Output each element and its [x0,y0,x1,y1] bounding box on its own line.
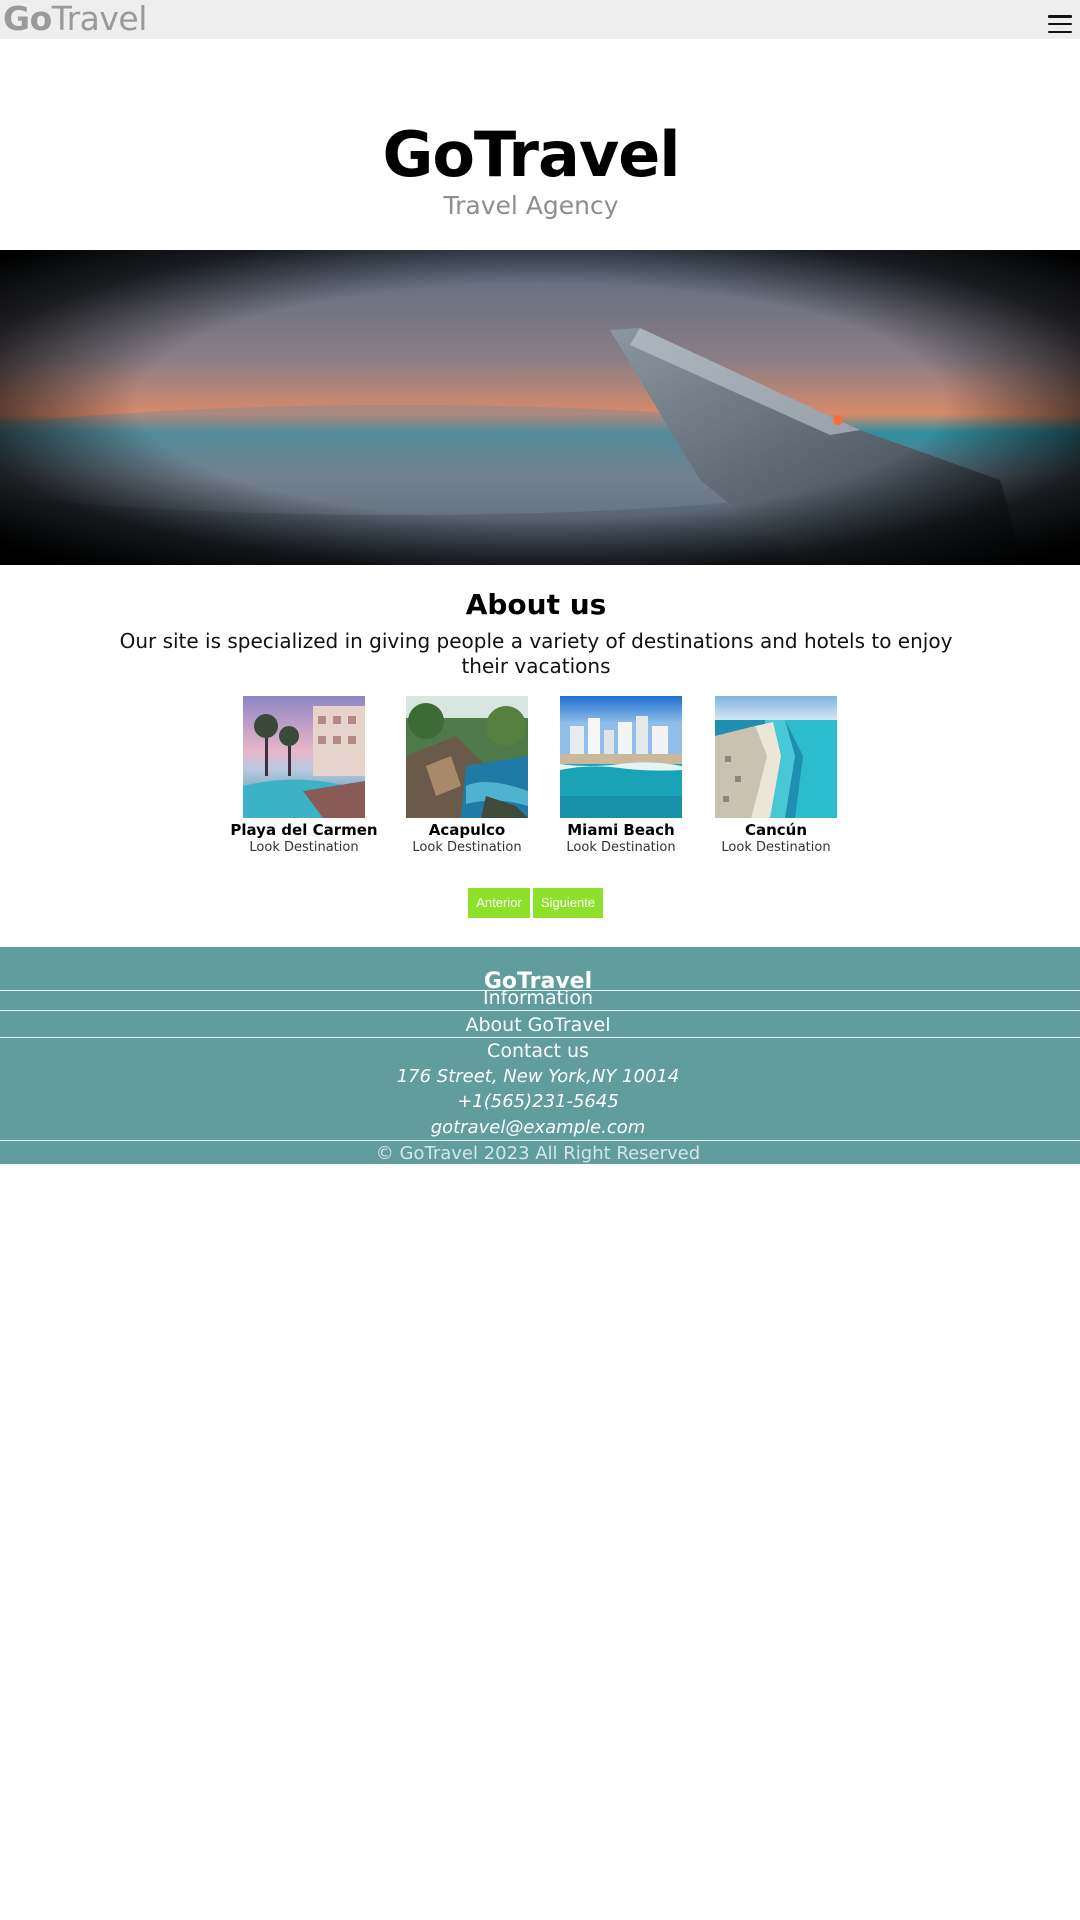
destination-image [560,696,682,818]
about-title: About us [465,588,607,621]
about-description: Our site is specialized in giving people… [119,629,953,678]
hero-subtitle: Travel Agency [443,191,619,220]
destination-card-acapulco[interactable]: Acapulco Look Destination [392,696,542,855]
destination-card-miami-beach[interactable]: Miami Beach Look Destination [546,696,696,855]
footer-about-link[interactable]: About GoTravel [0,1013,1076,1037]
look-destination-link[interactable]: Look Destination [229,840,379,855]
footer-phone[interactable]: +1(565)231-5645 [0,1090,1076,1114]
top-nav-bar: GoTravel [0,0,1080,39]
footer-copyright: © GoTravel 2023 All Right Reserved [375,1143,701,1164]
destination-card-playa-del-carmen[interactable]: Playa del Carmen Look Destination [229,696,379,855]
footer-divider [0,1140,1080,1141]
site-footer: GoTravel Information About GoTravel Cont… [0,947,1080,1164]
hamburger-bar [1048,30,1072,33]
hero-title: GoTravel [382,118,680,191]
look-destination-link[interactable]: Look Destination [546,840,696,855]
look-destination-link[interactable]: Look Destination [392,840,542,855]
destination-name: Miami Beach [567,821,675,839]
footer-address: 176 Street, New York,NY 10014 [396,1066,680,1087]
destination-card-cancun[interactable]: Cancún Look Destination [701,696,851,855]
logo-travel-text: Travel [51,0,148,38]
destination-image [406,696,528,818]
destination-image [243,696,365,818]
site-logo[interactable]: GoTravel [3,0,147,40]
footer-contact-heading: Contact us [487,1040,589,1062]
footer-divider [0,1010,1080,1011]
footer-divider [0,1037,1080,1038]
hamburger-menu-icon[interactable] [1048,15,1072,33]
next-button[interactable]: Siguiente [533,888,603,918]
previous-button[interactable]: Anterior [468,888,530,918]
hero-banner-image [0,250,1080,565]
destination-image [715,696,837,818]
footer-information: Information [483,987,593,1009]
destination-name: Acapulco [428,821,506,839]
hamburger-bar [1048,15,1072,18]
footer-email[interactable]: gotravel@example.com [0,1116,1076,1140]
logo-go-text: Go [3,0,52,38]
destination-name: Playa del Carmen [230,821,378,839]
hamburger-bar [1048,22,1072,26]
look-destination-link[interactable]: Look Destination [701,840,851,855]
destination-name: Cancún [744,821,808,839]
